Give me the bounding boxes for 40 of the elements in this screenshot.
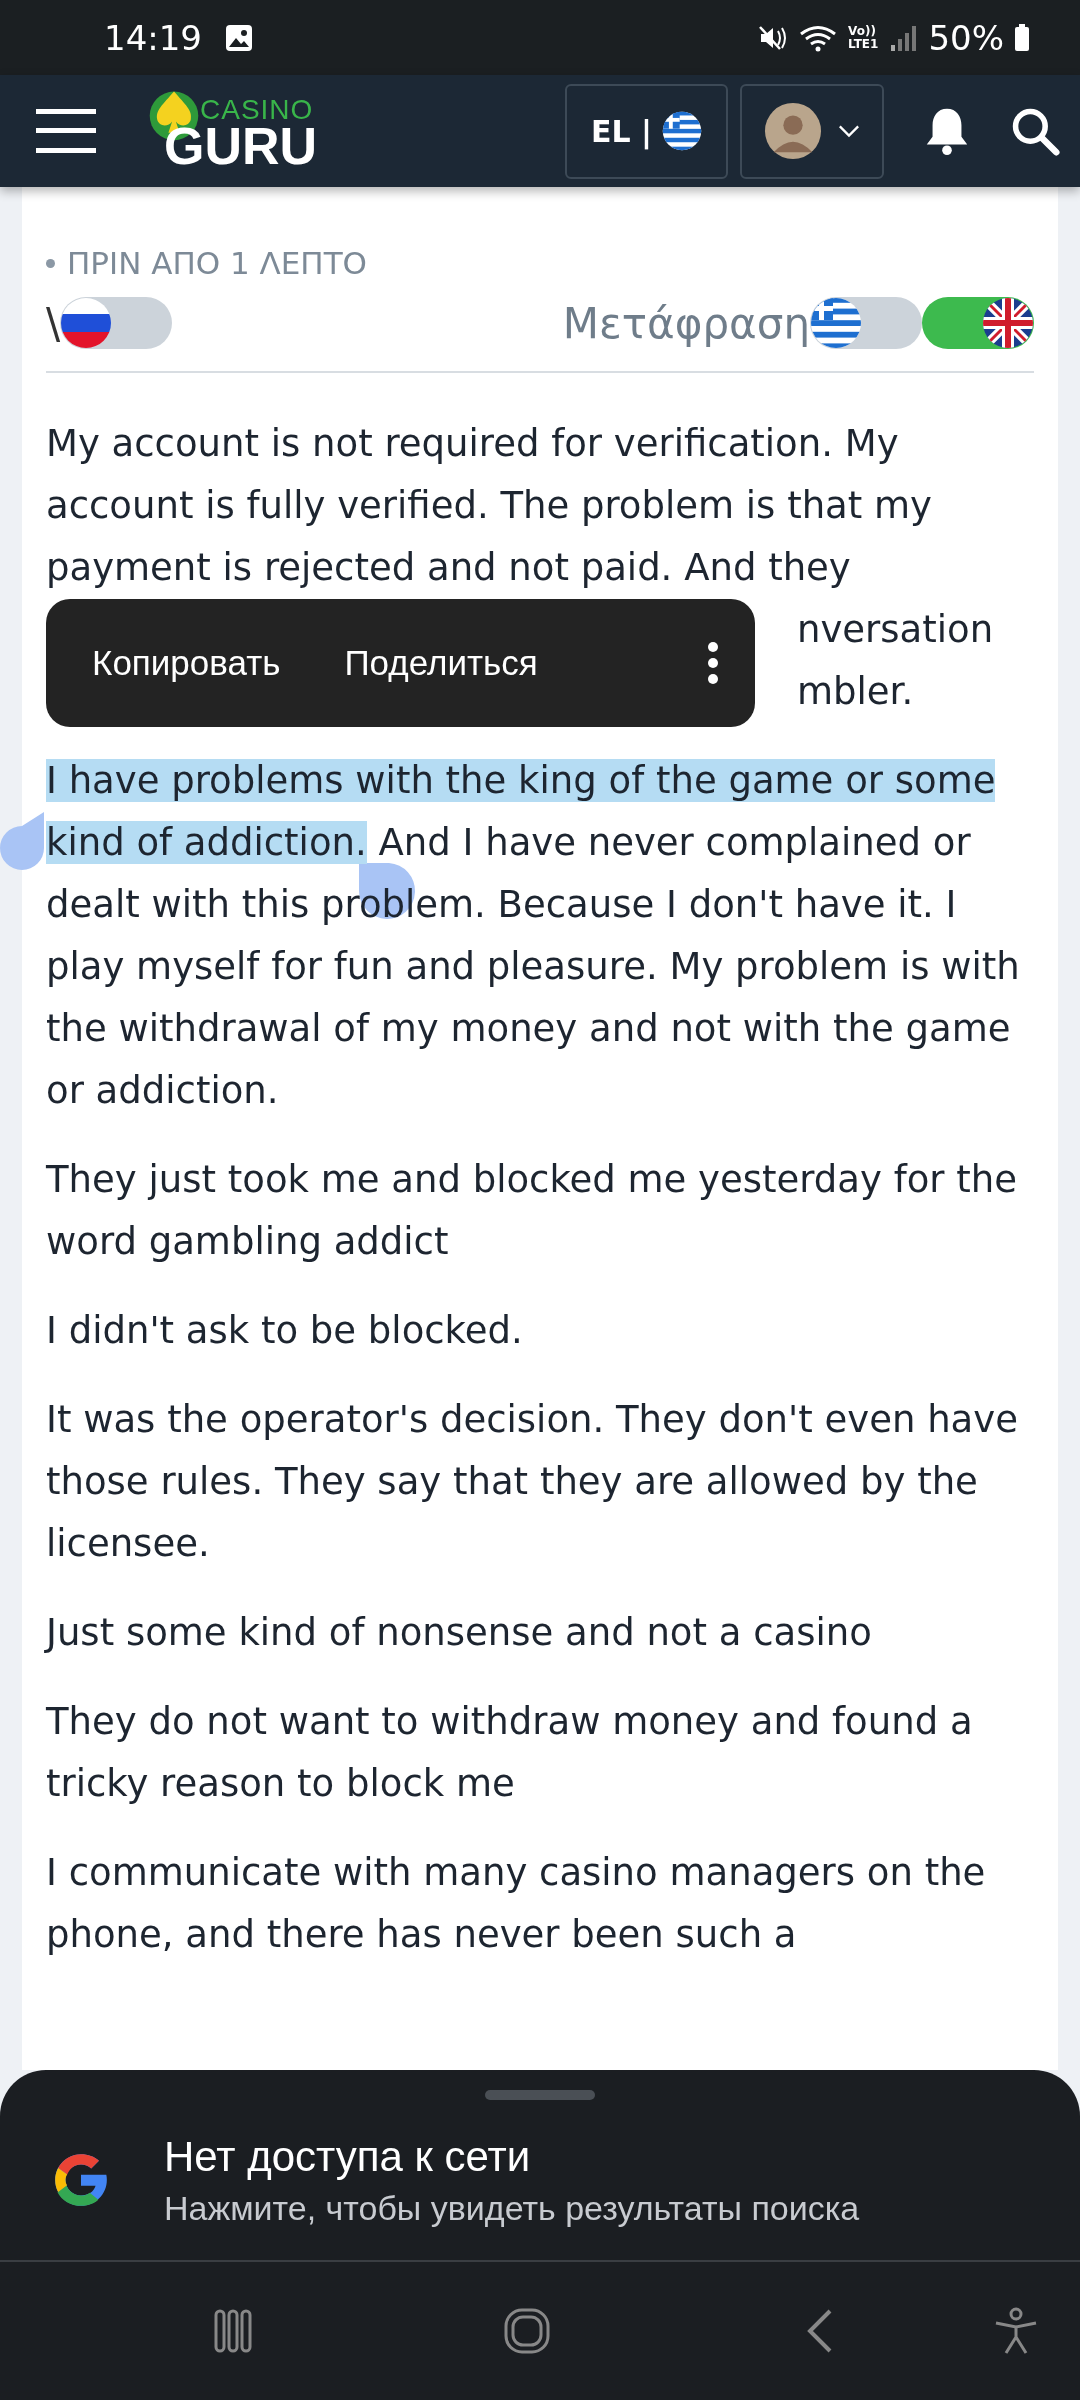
menu-icon[interactable] (36, 109, 96, 153)
avatar (764, 102, 822, 160)
site-logo[interactable]: CASINO GURU (146, 86, 326, 176)
comment-paragraph: I didn't ask to be blocked. (46, 1308, 524, 1354)
dot-icon (46, 258, 55, 268)
network-label: LTE1 (848, 37, 879, 51)
selection-handle[interactable] (0, 812, 44, 870)
greek-flag-icon (810, 297, 862, 349)
comment-time: ΠΡΙΝ ΑΠΟ 1 ΛΕΠΤΟ (67, 245, 367, 281)
translation-label: Μετάφραση (562, 298, 810, 348)
sheet-title: Нет доступа к сети (164, 2132, 532, 2181)
comment-paragraph: I have problems with the king of the game or some kind of addiction. And I have never complained or dealt with this problem. Because I don't have it. I play myself for fun and pleasure. My problem is with the withdrawal of my money and not with the game or addiction. (46, 758, 1021, 1114)
menu-item[interactable]: Поделиться (344, 643, 538, 683)
status-time: 14:19 (104, 17, 202, 58)
partial-text: nversation (797, 607, 994, 653)
greek-flag-icon (662, 111, 702, 151)
language-toggle[interactable] (810, 297, 922, 349)
menu-item[interactable]: Копировать (92, 643, 281, 683)
backslash-text: \ (46, 298, 61, 348)
more-icon[interactable] (707, 641, 719, 685)
comment-paragraph: Just some kind of nonsense and not a casino (46, 1610, 873, 1656)
partial-text: mbler. (797, 669, 915, 715)
sheet-subtitle: Нажмите, чтобы увидеть результаты поиска (164, 2188, 860, 2228)
drag-handle[interactable] (485, 2090, 595, 2100)
comment-paragraph: It was the operator's decision. They don't even have those rules. They say that they are allowed by the licensee. (46, 1397, 1019, 1567)
comment-paragraph: I communicate with many casino managers on the phone, and there has never been such a (46, 1850, 987, 1958)
home-icon[interactable] (502, 2306, 552, 2356)
language-toggle[interactable] (60, 297, 173, 349)
battery-icon (1014, 22, 1030, 53)
battery-level: 50% (928, 17, 1004, 58)
language-button[interactable]: EL | (565, 83, 728, 179)
comment-paragraph: They do not want to withdraw money and found a tricky reason to block me (46, 1699, 974, 1807)
image-icon (224, 22, 254, 53)
account-button[interactable] (740, 83, 884, 179)
russian-flag-icon (60, 297, 113, 349)
chevron-down-icon (838, 124, 860, 138)
british-flag-icon (982, 297, 1034, 349)
language-toggle[interactable] (922, 297, 1034, 349)
volte-label: Vo)) (848, 24, 877, 38)
comment-paragraph: They just took me and blocked me yesterday for the word gambling addict (46, 1157, 1019, 1265)
